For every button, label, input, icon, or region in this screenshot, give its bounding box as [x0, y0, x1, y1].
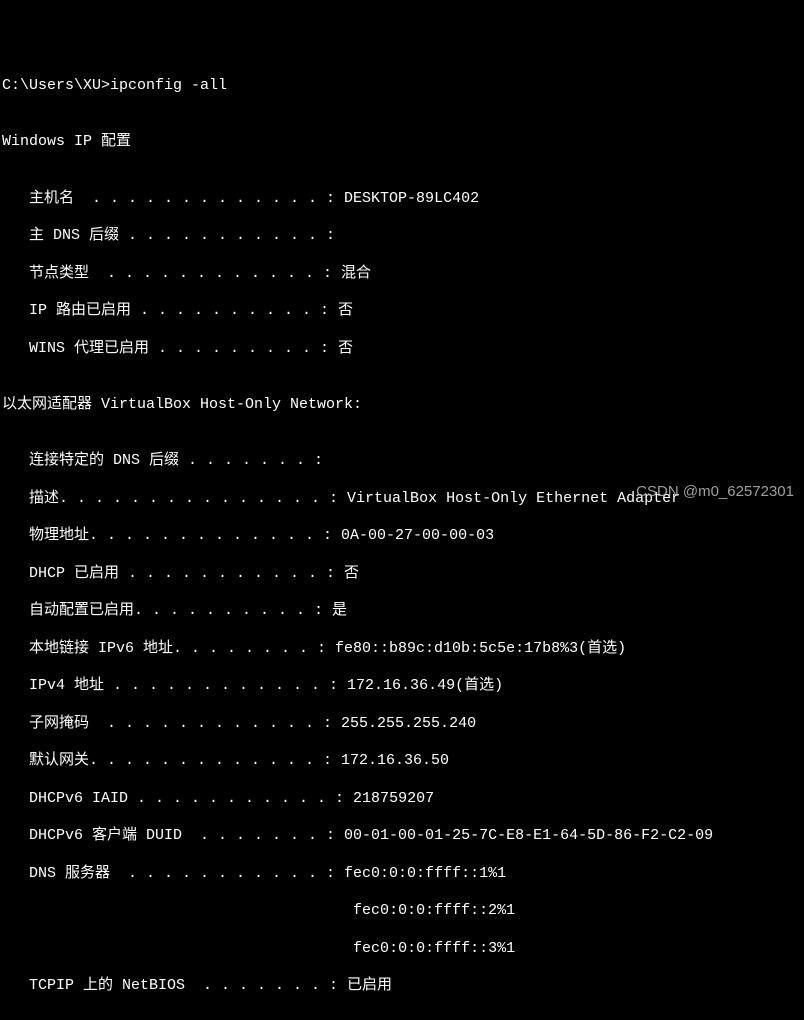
field-wins-proxy: WINS 代理已启用 . . . . . . . . . : 否	[2, 340, 804, 359]
field-dns-server-1: DNS 服务器 . . . . . . . . . . . : fec0:0:0…	[2, 865, 804, 884]
field-autoconfig-enabled: 自动配置已启用. . . . . . . . . . : 是	[2, 602, 804, 621]
field-link-local-ipv6: 本地链接 IPv6 地址. . . . . . . . : fe80::b89c…	[2, 640, 804, 659]
adapter-header: 以太网适配器 VirtualBox Host-Only Network:	[2, 396, 804, 415]
watermark-text: CSDN @m0_62572301	[636, 483, 794, 502]
field-ip-routing: IP 路由已启用 . . . . . . . . . . : 否	[2, 302, 804, 321]
field-physical-address: 物理地址. . . . . . . . . . . . . : 0A-00-27…	[2, 527, 804, 546]
field-default-gateway: 默认网关. . . . . . . . . . . . . : 172.16.3…	[2, 752, 804, 771]
field-subnet-mask: 子网掩码 . . . . . . . . . . . . : 255.255.2…	[2, 715, 804, 734]
field-ipv4-address: IPv4 地址 . . . . . . . . . . . . : 172.16…	[2, 677, 804, 696]
section-header-ipconfig: Windows IP 配置	[2, 133, 804, 152]
prompt-line: C:\Users\XU>ipconfig -all	[2, 77, 804, 96]
field-dhcpv6-duid: DHCPv6 客户端 DUID . . . . . . . : 00-01-00…	[2, 827, 804, 846]
field-connection-dns-suffix: 连接特定的 DNS 后缀 . . . . . . . :	[2, 452, 804, 471]
field-node-type: 节点类型 . . . . . . . . . . . . : 混合	[2, 265, 804, 284]
field-dhcpv6-iaid: DHCPv6 IAID . . . . . . . . . . . : 2187…	[2, 790, 804, 809]
field-hostname: 主机名 . . . . . . . . . . . . . : DESKTOP-…	[2, 190, 804, 209]
field-dhcp-enabled: DHCP 已启用 . . . . . . . . . . . : 否	[2, 565, 804, 584]
field-dns-server-2: fec0:0:0:ffff::2%1	[2, 902, 804, 921]
field-dns-server-3: fec0:0:0:ffff::3%1	[2, 940, 804, 959]
field-primary-dns-suffix: 主 DNS 后缀 . . . . . . . . . . . :	[2, 227, 804, 246]
field-netbios: TCPIP 上的 NetBIOS . . . . . . . : 已启用	[2, 977, 804, 996]
